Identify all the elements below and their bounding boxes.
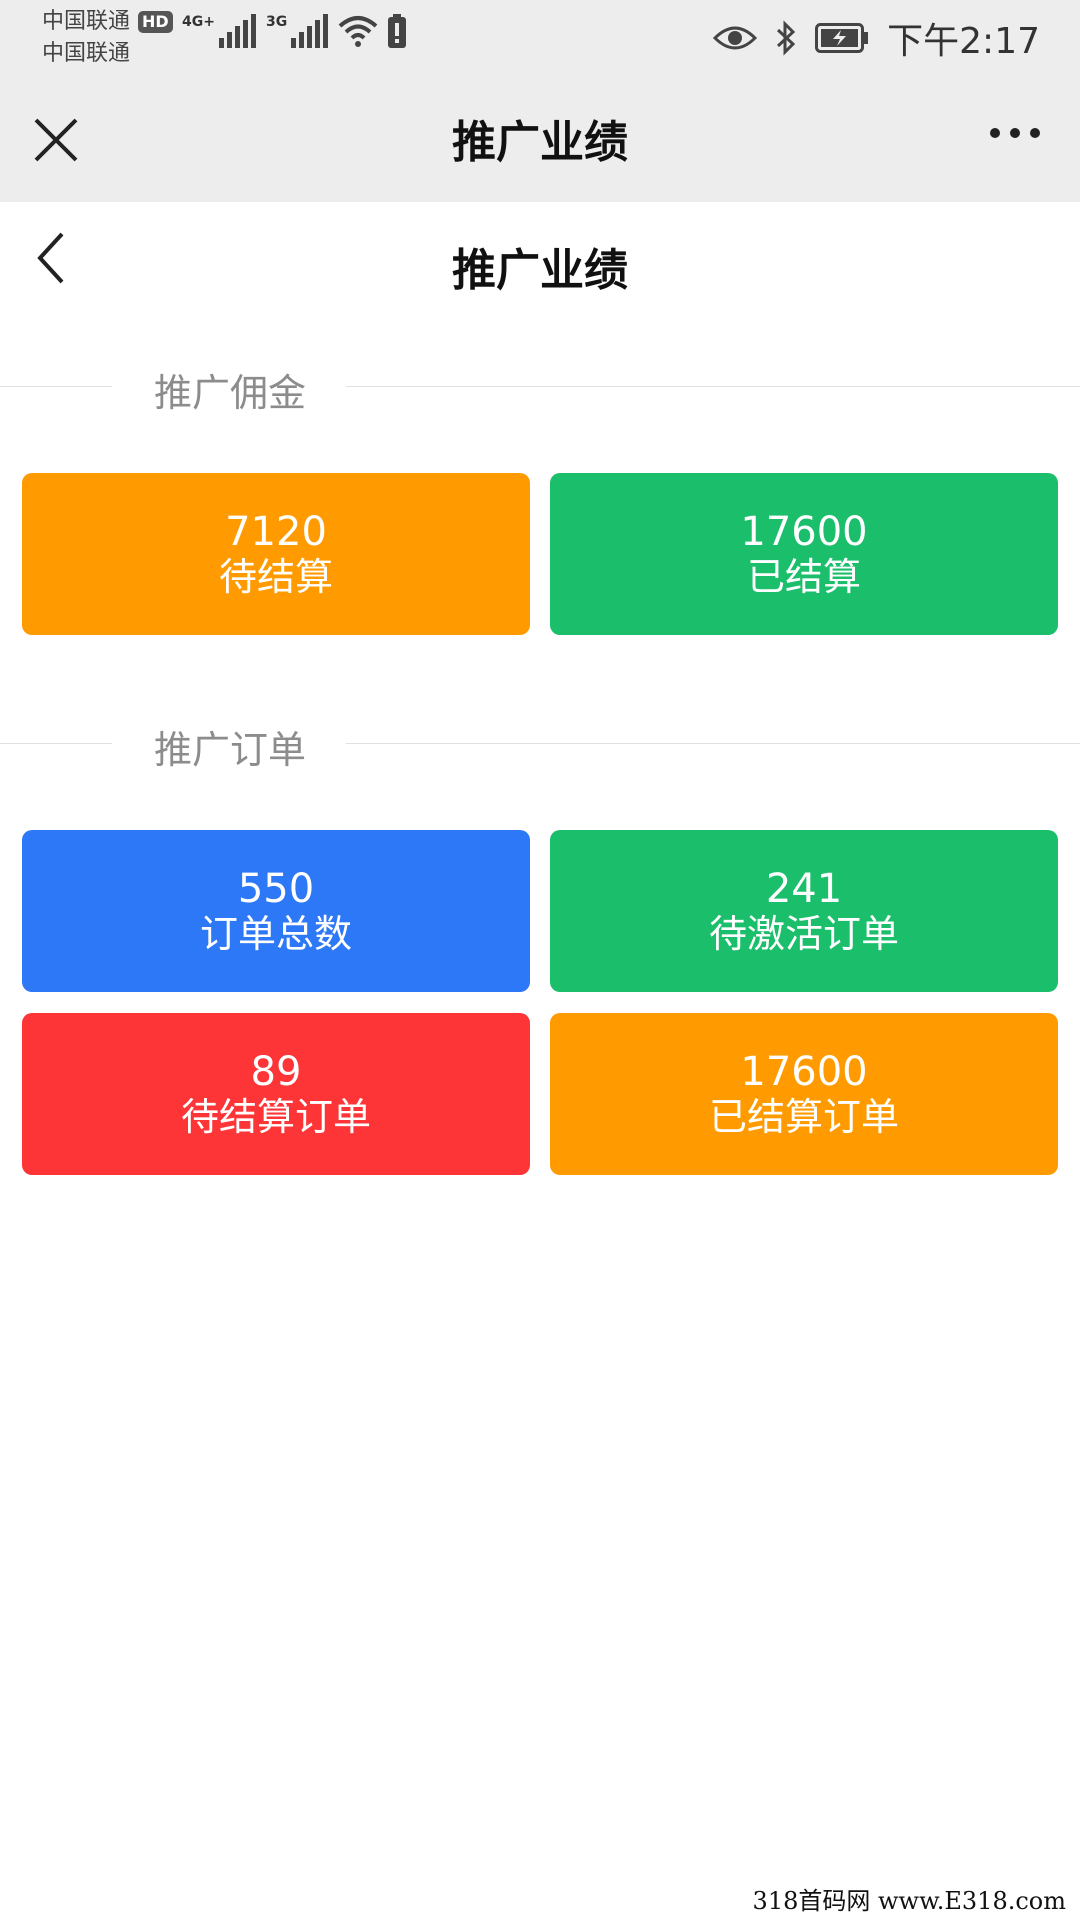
pending-settlement-orders-card[interactable]: 89 待结算订单 [22, 1013, 530, 1175]
signal-indicators: 4G+ 3G [182, 14, 407, 48]
more-dot-icon [1030, 128, 1040, 138]
battery-icon [815, 23, 869, 53]
pending-settlement-card[interactable]: 7120 待结算 [22, 473, 530, 635]
settled-card[interactable]: 17600 已结算 [550, 473, 1058, 635]
card-value: 17600 [740, 509, 868, 555]
section-title-commission: 推广佣金 [154, 371, 307, 415]
divider [346, 743, 1080, 744]
alert-battery-icon [388, 14, 407, 48]
card-label: 待结算订单 [180, 1095, 371, 1139]
page-title: 推广业绩 [452, 245, 628, 296]
section-title-orders: 推广订单 [154, 728, 307, 772]
page-header: 推广业绩 [0, 202, 1080, 322]
settled-orders-card[interactable]: 17600 已结算订单 [550, 1013, 1058, 1175]
card-value: 17600 [740, 1049, 868, 1095]
network-4g-label: 4G+ [182, 14, 215, 30]
card-label: 已结算 [746, 555, 861, 599]
carrier-info: 中国联通 HD 中国联通 [42, 6, 173, 70]
signal-strength-icon [218, 14, 256, 48]
card-label: 待结算 [218, 555, 333, 599]
card-value: 241 [765, 866, 843, 912]
more-options-button[interactable] [990, 128, 1040, 138]
card-label: 订单总数 [199, 912, 352, 956]
card-value: 89 [250, 1049, 302, 1095]
divider [0, 386, 112, 387]
network-3g-label: 3G [265, 14, 288, 30]
hd-badge: HD [138, 11, 173, 33]
section-header-orders: 推广订单 [0, 713, 1080, 773]
divider [0, 743, 112, 744]
card-value: 550 [237, 866, 315, 912]
status-bar: 中国联通 HD 中国联通 4G+ 3G 下午2:17 [0, 0, 1080, 78]
eye-icon [713, 26, 758, 50]
more-dot-icon [1010, 128, 1020, 138]
section-header-commission: 推广佣金 [0, 356, 1080, 416]
carrier-1: 中国联通 [42, 9, 131, 34]
webview-titlebar: 推广业绩 [0, 78, 1080, 202]
total-orders-card[interactable]: 550 订单总数 [22, 830, 530, 992]
signal-strength-icon [291, 14, 329, 48]
card-value: 7120 [225, 509, 327, 555]
card-label: 已结算订单 [708, 1095, 899, 1139]
pending-activation-orders-card[interactable]: 241 待激活订单 [550, 830, 1058, 992]
webview-title: 推广业绩 [452, 117, 628, 168]
divider [346, 386, 1080, 387]
card-label: 待激活订单 [708, 912, 899, 956]
bluetooth-icon [777, 20, 796, 56]
wifi-icon [338, 16, 378, 47]
clock: 下午2:17 [887, 21, 1040, 62]
watermark: 318首码网 www.E318.com [752, 1887, 1066, 1915]
carrier-2: 中国联通 [42, 41, 131, 66]
status-right: 下午2:17 [713, 12, 1040, 64]
more-dot-icon [990, 128, 1000, 138]
